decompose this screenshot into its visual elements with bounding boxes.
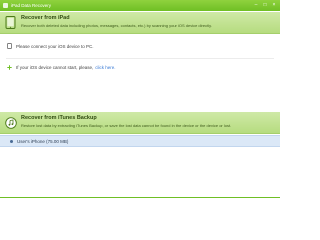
title-bar: iPad Data Recovery – □ ×: [0, 0, 280, 11]
backup-bullet-icon: [10, 139, 13, 143]
recover-from-itunes-header[interactable]: Recover from iTunes Backup Restore lost …: [0, 112, 280, 134]
divider: [6, 58, 274, 59]
connect-device-hint: Please connect your iOS device to PC.: [6, 43, 94, 49]
backup-list-item[interactable]: User's iPhone (75.00 MB): [0, 135, 280, 147]
backup-label: User's iPhone (75.00 MB): [17, 138, 69, 144]
cannot-start-hint: If your iOS device cannot start, please,…: [6, 64, 116, 70]
window-title: iPad Data Recovery: [11, 3, 52, 8]
app-icon: [3, 3, 8, 8]
itunes-icon: [5, 117, 17, 129]
click-here-link[interactable]: click here.: [95, 65, 115, 70]
window-controls: – □ ×: [253, 2, 277, 8]
device-icon: [6, 43, 12, 49]
ipad-section-description: Recover both deleted data including phot…: [21, 23, 212, 28]
maximize-button[interactable]: □: [262, 2, 268, 8]
close-button[interactable]: ×: [271, 2, 277, 8]
main-content: Recover from iPad Recover both deleted d…: [0, 11, 280, 198]
itunes-section-title: Recover from iTunes Backup: [21, 115, 97, 121]
itunes-section-description: Restore lost data by extracting iTunes B…: [21, 123, 232, 128]
recover-from-ipad-header[interactable]: Recover from iPad Recover both deleted d…: [0, 12, 280, 34]
cannot-start-text: If your iOS device cannot start, please,: [16, 64, 94, 70]
ipad-section-title: Recover from iPad: [21, 15, 70, 21]
minimize-button[interactable]: –: [253, 2, 259, 8]
plus-icon: [6, 64, 12, 70]
connect-hint-text: Please connect your iOS device to PC.: [16, 43, 94, 49]
ipad-icon: [5, 16, 16, 29]
